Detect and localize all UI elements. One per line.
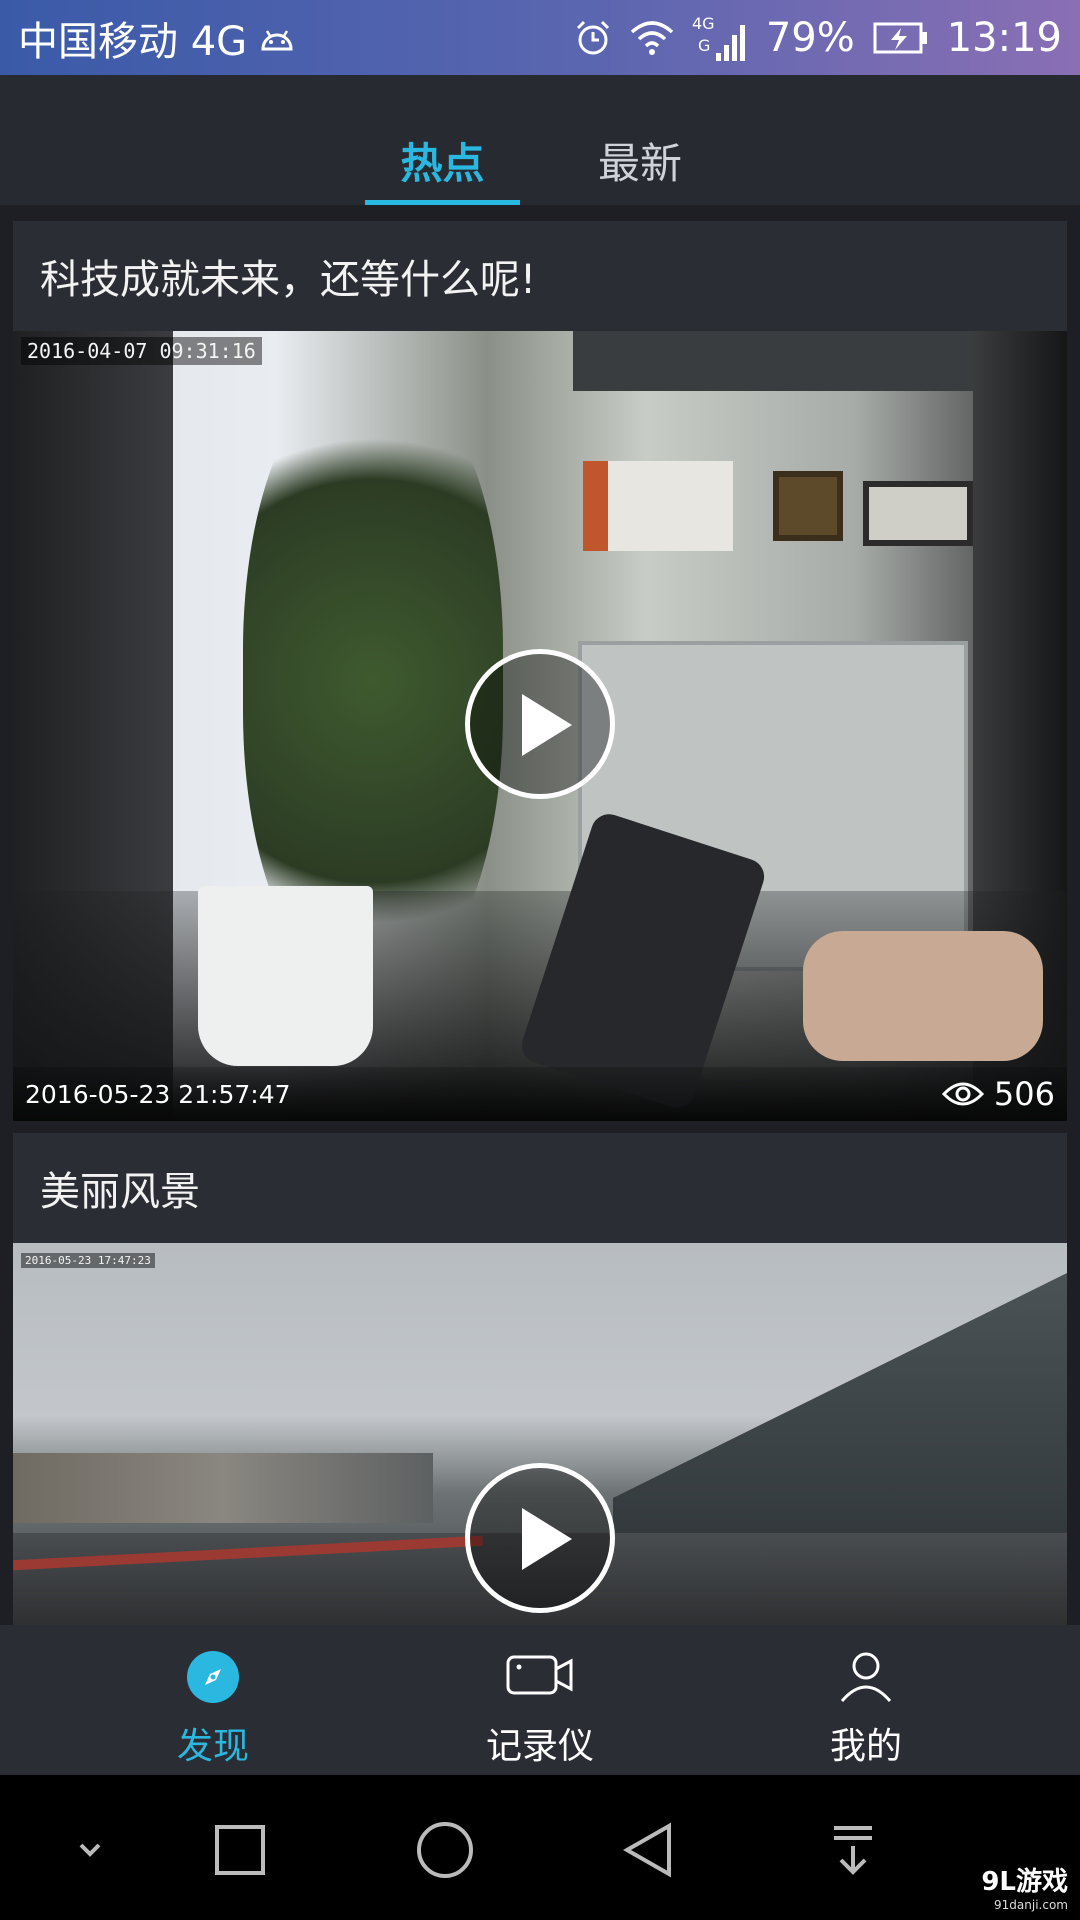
video-feed[interactable]: 科技成就未来，还等什么呢! 2016-04-07 09:31:16 2016-0… [0, 205, 1080, 1625]
eye-icon [941, 1082, 984, 1106]
watermark-logo: 9L游戏 [981, 1867, 1068, 1897]
play-icon [522, 694, 572, 756]
watermark-url: 91danji.com [994, 1898, 1068, 1912]
cup-shape [198, 886, 373, 1066]
pull-down-icon [834, 1826, 872, 1875]
status-bar: 中国移动 4G 4G G 79% 13:19 [0, 0, 1080, 75]
frame-shape [773, 471, 843, 541]
battery-charging-icon [873, 20, 929, 56]
recents-button[interactable] [195, 1805, 285, 1895]
clock: 13:19 [946, 14, 1062, 61]
home-button[interactable] [400, 1805, 490, 1895]
video-card[interactable]: 美丽风景 2016-05-23 17:47:23 [13, 1133, 1067, 1625]
android-icon [257, 23, 297, 53]
signal-4g-icon: 4G G [692, 13, 748, 63]
nav-discover-label: 发现 [176, 1726, 249, 1767]
hand-shape [803, 931, 1043, 1061]
nav-recorder-label: 记录仪 [485, 1726, 594, 1767]
alarm-icon [574, 19, 612, 57]
wifi-icon [630, 20, 674, 56]
back-button[interactable] [603, 1805, 693, 1895]
tab-bar: 热点 最新 [0, 75, 1080, 205]
video-title: 美丽风景 [40, 1169, 200, 1215]
person-icon [840, 1652, 892, 1702]
nav-mine[interactable]: 我的 [686, 1625, 1046, 1775]
tab-latest[interactable]: 最新 [570, 130, 710, 191]
system-navigation-bar: 9L游戏 91danji.com [0, 1775, 1080, 1920]
view-count: 506 [941, 1075, 1055, 1113]
city-skyline-shape [13, 1453, 433, 1523]
compass-icon [187, 1651, 239, 1703]
noise-barrier-shape [613, 1273, 1067, 1573]
tab-hot[interactable]: 热点 [365, 130, 520, 191]
video-date: 2016-05-23 21:57:47 [25, 1079, 291, 1109]
video-title: 科技成就未来，还等什么呢! [40, 257, 537, 303]
video-meta-bar: 2016-05-23 21:57:47 506 [13, 1067, 1067, 1121]
frame-shape [863, 481, 973, 546]
svg-text:G: G [698, 36, 710, 55]
chevron-down-icon [79, 1843, 101, 1857]
video-card[interactable]: 科技成就未来，还等什么呢! 2016-04-07 09:31:16 2016-0… [13, 221, 1067, 1121]
square-icon [215, 1825, 265, 1875]
video-osd-timestamp: 2016-05-23 17:47:23 [21, 1253, 155, 1268]
collapse-button[interactable] [45, 1805, 135, 1895]
camera-icon [506, 1655, 573, 1695]
video-thumbnail[interactable]: 2016-05-23 17:47:23 [13, 1243, 1067, 1625]
play-button[interactable] [465, 1463, 615, 1613]
nav-mine-label: 我的 [829, 1726, 902, 1767]
books-shape [583, 461, 733, 551]
play-icon [522, 1508, 572, 1570]
carrier-label: 中国移动 4G [18, 18, 248, 65]
watermark: 9L游戏 91danji.com [981, 1861, 1068, 1912]
nav-recorder[interactable]: 记录仪 [360, 1625, 720, 1775]
play-button[interactable] [465, 649, 615, 799]
triangle-back-icon [622, 1822, 671, 1878]
notification-pull-button[interactable] [808, 1805, 898, 1895]
circle-icon [417, 1822, 473, 1878]
video-thumbnail[interactable]: 2016-04-07 09:31:16 2016-05-23 21:57:47 … [13, 331, 1067, 1121]
view-count-value: 506 [993, 1075, 1055, 1113]
bottom-navigation: 发现 记录仪 我的 [0, 1625, 1080, 1775]
nav-discover[interactable]: 发现 [33, 1625, 393, 1775]
svg-text:4G: 4G [692, 14, 715, 33]
video-osd-timestamp: 2016-04-07 09:31:16 [21, 337, 262, 365]
battery-percent: 79% [765, 14, 855, 61]
